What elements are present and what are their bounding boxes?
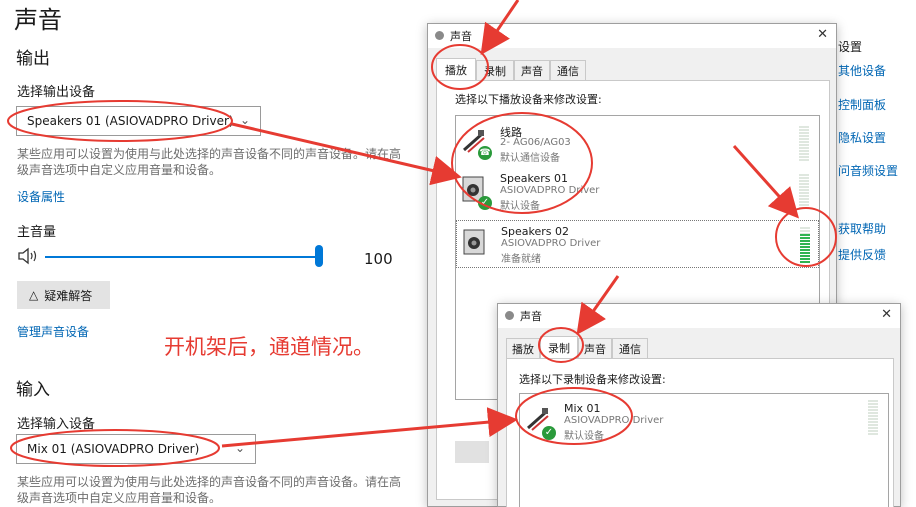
device-item-line[interactable]: ☎ 线路 2- AG06/AG03 默认通信设备 [456, 120, 819, 168]
dialog-titlebar: 声音 ✕ [428, 24, 836, 48]
device-driver: ASIOVADPRO Driver [500, 185, 600, 196]
device-driver: ASIOVADPRO Driver [501, 238, 601, 249]
input-device-value: Mix 01 (ASIOVADPRO Driver) [27, 442, 200, 456]
speaker-icon[interactable] [17, 247, 43, 265]
output-select-label: 选择输出设备 [17, 85, 96, 100]
device-item-mix-01[interactable]: ✓ Mix 01 ASIOVADPRO Driver 默认设备 [520, 398, 888, 446]
default-communication-icon: ☎ [478, 146, 492, 160]
input-heading: 输入 [16, 380, 50, 400]
troubleshoot-button[interactable]: △ 疑难解答 [17, 281, 110, 309]
default-check-icon: ✓ [478, 196, 492, 210]
side-link-feedback[interactable]: 提供反馈 [838, 246, 886, 263]
tab-communications[interactable]: 通信 [550, 60, 586, 80]
input-description: 某些应用可以设置为使用与此处选择的声音设备不同的声音设备。请在高 级声音选项中自… [17, 474, 412, 506]
manage-sound-devices-link[interactable]: 管理声音设备 [17, 323, 89, 340]
device-name: Speakers 02 [501, 225, 569, 238]
input-select-label: 选择输入设备 [17, 417, 96, 432]
device-item-speakers-01[interactable]: ✓ Speakers 01 ASIOVADPRO Driver 默认设备 [456, 168, 819, 216]
level-meter [800, 227, 810, 263]
input-description-line1: 某些应用可以设置为使用与此处选择的声音设备不同的声音设备。请在高 [17, 475, 402, 489]
master-volume-thumb[interactable] [315, 245, 323, 267]
device-name: Speakers 01 [500, 172, 568, 185]
output-device-dropdown[interactable]: Speakers 01 (ASIOVADPRO Driver) ⌄ [16, 106, 261, 136]
chevron-down-icon: ⌄ [234, 441, 245, 455]
device-driver: ASIOVADPRO Driver [564, 415, 664, 426]
recording-tab-pane: 选择以下录制设备来修改设置: ✓ Mix 01 ASIOVADPRO Drive… [506, 358, 894, 507]
output-description-line1: 某些应用可以设置为使用与此处选择的声音设备不同的声音设备。请在高 [17, 147, 402, 161]
recording-device-list: ✓ Mix 01 ASIOVADPRO Driver 默认设备 [519, 393, 889, 507]
warning-triangle-icon: △ [29, 288, 39, 302]
tab-playback[interactable]: 播放 [506, 338, 540, 358]
side-link-audio-settings[interactable]: 问音频设置 [838, 162, 898, 179]
output-heading: 输出 [16, 49, 50, 69]
side-link-control-panel[interactable]: 控制面板 [838, 96, 886, 113]
speaker-device-icon [463, 229, 485, 255]
tab-sounds[interactable]: 声音 [514, 60, 550, 80]
sound-icon [435, 31, 444, 40]
dialog-titlebar: 声音 ✕ [498, 304, 900, 328]
device-status: 默认设备 [500, 201, 540, 212]
device-status: 默认设备 [564, 431, 604, 442]
side-link-get-help[interactable]: 获取帮助 [838, 220, 886, 237]
output-description: 某些应用可以设置为使用与此处选择的声音设备不同的声音设备。请在高 级声音选项中自… [17, 146, 412, 178]
troubleshoot-button-label: 疑难解答 [44, 288, 93, 303]
tab-sounds[interactable]: 声音 [578, 338, 612, 358]
configure-button[interactable] [455, 441, 489, 463]
instruction-text: 选择以下录制设备来修改设置: [519, 373, 666, 386]
side-link-privacy[interactable]: 隐私设置 [838, 129, 886, 146]
instruction-text: 选择以下播放设备来修改设置: [455, 93, 602, 106]
close-icon[interactable]: ✕ [881, 307, 892, 322]
dialog-title: 声音 [520, 310, 542, 323]
tab-playback[interactable]: 播放 [436, 58, 476, 80]
input-description-line2: 级声音选项中自定义应用音量和设备。 [17, 491, 222, 505]
device-item-speakers-02[interactable]: Speakers 02 ASIOVADPRO Driver 准备就绪 [456, 220, 819, 268]
annotation-text: 开机架后，通道情况。 [164, 335, 374, 359]
output-description-line2: 级声音选项中自定义应用音量和设备。 [17, 163, 222, 177]
dialog-title: 声音 [450, 30, 472, 43]
master-volume-slider[interactable] [45, 256, 319, 258]
close-icon[interactable]: ✕ [817, 27, 828, 42]
recording-sound-dialog: 声音 ✕ 播放 录制 声音 通信 选择以下录制设备来修改设置: ✓ Mix 01… [497, 303, 901, 507]
sound-icon [505, 311, 514, 320]
master-volume-label: 主音量 [17, 225, 57, 240]
chevron-down-icon: ⌄ [239, 113, 250, 127]
tab-communications[interactable]: 通信 [612, 338, 648, 358]
page-title: 声音 [14, 6, 62, 34]
device-driver: 2- AG06/AG03 [500, 137, 571, 148]
side-link-other-devices[interactable]: 其他设备 [838, 62, 886, 79]
input-device-dropdown[interactable]: Mix 01 (ASIOVADPRO Driver) ⌄ [16, 434, 256, 464]
volume-value: 100 [364, 250, 393, 268]
device-status: 默认通信设备 [500, 153, 560, 164]
default-check-icon: ✓ [542, 426, 556, 440]
tab-recording[interactable]: 录制 [476, 60, 514, 80]
device-name: Mix 01 [564, 402, 601, 415]
level-meter [799, 126, 809, 162]
output-device-value: Speakers 01 (ASIOVADPRO Driver) [27, 114, 234, 128]
device-status: 准备就绪 [501, 254, 541, 265]
tab-recording[interactable]: 录制 [540, 336, 578, 358]
device-properties-link[interactable]: 设备属性 [17, 188, 65, 205]
level-meter [868, 400, 878, 436]
related-settings-heading: 设置 [838, 40, 863, 54]
level-meter [799, 174, 809, 210]
